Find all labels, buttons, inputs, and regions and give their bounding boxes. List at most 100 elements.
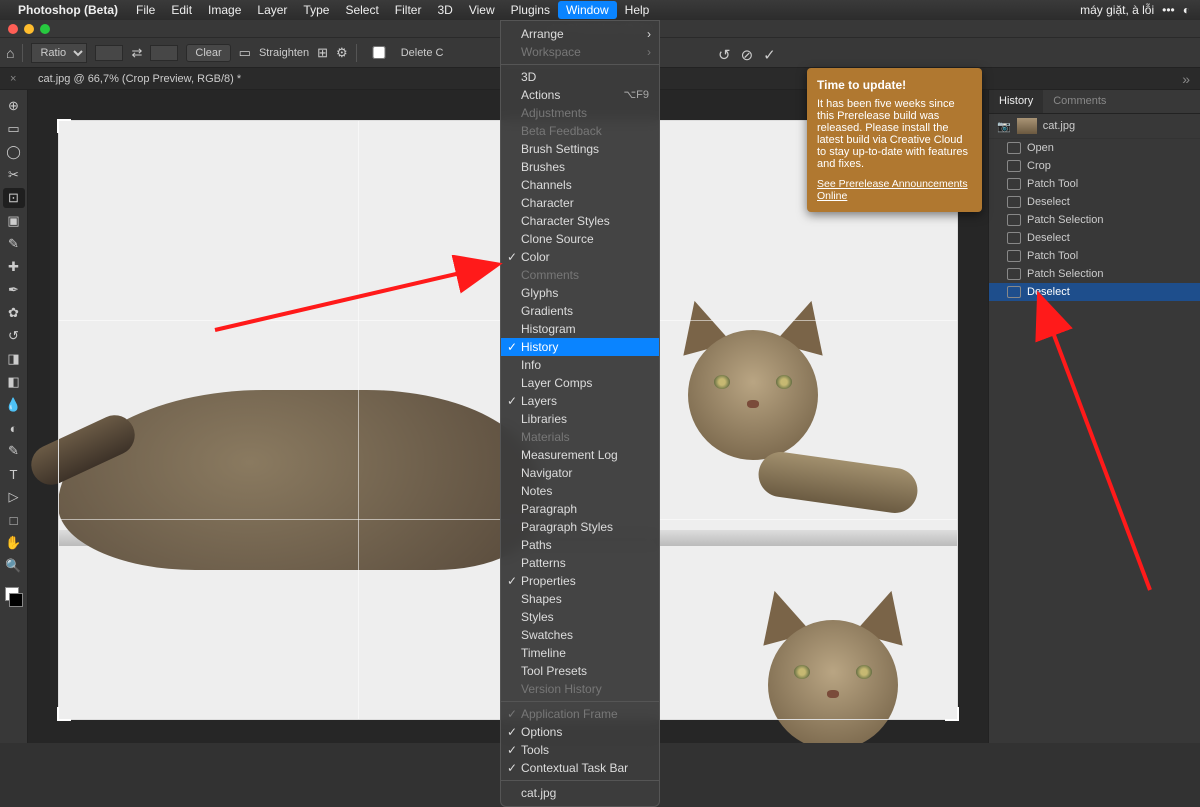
eraser-tool[interactable]: ◨ [3, 349, 25, 369]
menu-item-character-styles[interactable]: Character Styles [501, 212, 659, 230]
menu-select[interactable]: Select [337, 1, 386, 19]
maximize-window[interactable] [40, 24, 50, 34]
menu-item-layer-comps[interactable]: Layer Comps [501, 374, 659, 392]
undo-icon[interactable]: ↺ [718, 46, 731, 64]
menu-item-properties[interactable]: Properties [501, 572, 659, 590]
app-name[interactable]: Photoshop (Beta) [18, 3, 118, 17]
pen-tool[interactable]: ✎ [3, 441, 25, 461]
crop-handle-br[interactable] [945, 707, 959, 721]
menu-type[interactable]: Type [295, 1, 337, 19]
menu-item-histogram[interactable]: Histogram [501, 320, 659, 338]
move-tool[interactable]: ⊕ [3, 96, 25, 116]
menu-item-arrange[interactable]: Arrange [501, 25, 659, 43]
blur-tool[interactable]: 💧 [3, 395, 25, 415]
menu-item-notes[interactable]: Notes [501, 482, 659, 500]
menu-item-cat.jpg[interactable]: cat.jpg [501, 784, 659, 802]
more-icon[interactable]: ••• [1162, 3, 1175, 17]
history-brush-tool[interactable]: ↺ [3, 326, 25, 346]
heal-tool[interactable]: ✚ [3, 257, 25, 277]
grid-icon[interactable]: ⊞ [317, 45, 328, 61]
crop-handle-bl[interactable] [57, 707, 71, 721]
ratio-h-input[interactable] [150, 45, 178, 61]
menu-item-patterns[interactable]: Patterns [501, 554, 659, 572]
history-row[interactable]: Patch Tool [989, 175, 1200, 193]
menu-layer[interactable]: Layer [249, 1, 295, 19]
menu-item-libraries[interactable]: Libraries [501, 410, 659, 428]
path-tool[interactable]: ▷ [3, 487, 25, 507]
quick-select-tool[interactable]: ✂ [3, 165, 25, 185]
menu-item-layers[interactable]: Layers [501, 392, 659, 410]
history-row[interactable]: Patch Selection [989, 211, 1200, 229]
straighten-icon[interactable]: ▭ [239, 45, 251, 61]
shape-tool[interactable]: □ [3, 510, 25, 530]
menu-item-swatches[interactable]: Swatches [501, 626, 659, 644]
swap-icon[interactable]: ⇄ [131, 45, 142, 61]
menu-help[interactable]: Help [617, 1, 658, 19]
menu-3d[interactable]: 3D [429, 1, 460, 19]
history-row[interactable]: Open [989, 139, 1200, 157]
gear-icon[interactable]: ⚙ [336, 45, 348, 61]
menu-file[interactable]: File [128, 1, 163, 19]
tab-close-x[interactable]: × [10, 73, 16, 85]
menu-item-contextual-task-bar[interactable]: Contextual Task Bar [501, 759, 659, 777]
menu-edit[interactable]: Edit [163, 1, 200, 19]
menu-item-glyphs[interactable]: Glyphs [501, 284, 659, 302]
history-row[interactable]: Patch Selection [989, 265, 1200, 283]
commit-icon[interactable]: ✓ [763, 46, 776, 64]
menu-item-3d[interactable]: 3D [501, 68, 659, 86]
menu-item-navigator[interactable]: Navigator [501, 464, 659, 482]
menu-item-tools[interactable]: Tools [501, 741, 659, 759]
menu-item-timeline[interactable]: Timeline [501, 644, 659, 662]
menu-item-tool-presets[interactable]: Tool Presets [501, 662, 659, 680]
minimize-window[interactable] [24, 24, 34, 34]
menu-image[interactable]: Image [200, 1, 249, 19]
ratio-select[interactable]: Ratio [31, 43, 87, 63]
menu-item-paragraph-styles[interactable]: Paragraph Styles [501, 518, 659, 536]
history-row[interactable]: Deselect [989, 193, 1200, 211]
crop-tool[interactable]: ⊡ [3, 188, 25, 208]
type-tool[interactable]: T [3, 464, 25, 484]
frame-tool[interactable]: ▣ [3, 211, 25, 231]
toggle-icon[interactable]: ◐ [1183, 3, 1190, 17]
history-row[interactable]: Patch Tool [989, 247, 1200, 265]
close-window[interactable] [8, 24, 18, 34]
clear-button[interactable]: Clear [186, 44, 230, 62]
menu-item-measurement-log[interactable]: Measurement Log [501, 446, 659, 464]
menu-item-history[interactable]: History [501, 338, 659, 356]
delete-cropped-checkbox[interactable] [365, 46, 393, 59]
menu-item-paragraph[interactable]: Paragraph [501, 500, 659, 518]
gradient-tool[interactable]: ◧ [3, 372, 25, 392]
straighten-label[interactable]: Straighten [259, 47, 309, 59]
home-icon[interactable]: ⌂ [6, 45, 14, 61]
menu-window[interactable]: Window [558, 1, 617, 19]
history-row[interactable]: Deselect [989, 229, 1200, 247]
menu-view[interactable]: View [461, 1, 503, 19]
menu-item-color[interactable]: Color [501, 248, 659, 266]
menu-filter[interactable]: Filter [387, 1, 430, 19]
zoom-tool[interactable]: 🔍 [3, 556, 25, 576]
menu-item-paths[interactable]: Paths [501, 536, 659, 554]
ratio-w-input[interactable] [95, 45, 123, 61]
menu-item-gradients[interactable]: Gradients [501, 302, 659, 320]
history-row[interactable]: Crop [989, 157, 1200, 175]
menu-item-shapes[interactable]: Shapes [501, 590, 659, 608]
menu-item-info[interactable]: Info [501, 356, 659, 374]
menu-plugins[interactable]: Plugins [503, 1, 558, 19]
hand-tool[interactable]: ✋ [3, 533, 25, 553]
dodge-tool[interactable]: ◐ [3, 418, 25, 438]
cancel-icon[interactable]: ⊘ [741, 46, 754, 64]
stamp-tool[interactable]: ✿ [3, 303, 25, 323]
tab-comments[interactable]: Comments [1043, 90, 1116, 113]
tab-history[interactable]: History [989, 90, 1043, 113]
menu-item-styles[interactable]: Styles [501, 608, 659, 626]
history-doc-row[interactable]: 📷 cat.jpg [989, 114, 1200, 139]
menu-item-brush-settings[interactable]: Brush Settings [501, 140, 659, 158]
menu-item-options[interactable]: Options [501, 723, 659, 741]
toast-link[interactable]: See Prerelease Announcements Online [817, 178, 972, 202]
crop-handle-tl[interactable] [57, 119, 71, 133]
marquee-tool[interactable]: ▭ [3, 119, 25, 139]
color-swatch[interactable] [7, 587, 21, 615]
menu-item-brushes[interactable]: Brushes [501, 158, 659, 176]
menu-item-channels[interactable]: Channels [501, 176, 659, 194]
eyedropper-tool[interactable]: ✎ [3, 234, 25, 254]
